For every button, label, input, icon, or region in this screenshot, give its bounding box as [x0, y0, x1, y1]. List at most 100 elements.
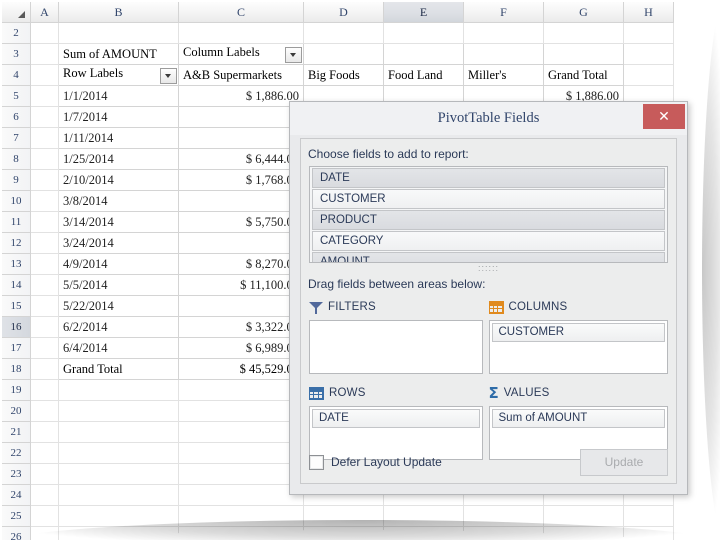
cell-ab-11[interactable]: $ 5,750.00: [178, 211, 304, 233]
dropzone-columns[interactable]: CUSTOMER: [488, 320, 668, 374]
cell-h2[interactable]: [623, 22, 674, 44]
cell-ab-15[interactable]: [178, 295, 304, 317]
chip-sum-of-amount[interactable]: Sum of AMOUNT: [491, 409, 665, 428]
row-header-8[interactable]: 8: [2, 148, 31, 170]
column-header-b[interactable]: B: [58, 2, 179, 23]
cell-r20-0[interactable]: [58, 400, 179, 422]
cell-a24[interactable]: [30, 484, 59, 506]
close-icon[interactable]: ✕: [643, 104, 685, 129]
row-header-12[interactable]: 12: [2, 232, 31, 254]
cell-ab-6[interactable]: [178, 106, 304, 128]
cell-r25-3[interactable]: [383, 505, 464, 527]
cell-a19[interactable]: [30, 379, 59, 401]
cell-date-12[interactable]: 3/24/2014: [58, 232, 179, 254]
dropzone-filters[interactable]: [309, 320, 483, 374]
column-header-h[interactable]: H: [623, 2, 674, 23]
row-header-13[interactable]: 13: [2, 253, 31, 275]
row-header-26[interactable]: 26: [2, 526, 31, 540]
row-header-24[interactable]: 24: [2, 484, 31, 506]
cell-a16[interactable]: [30, 316, 59, 338]
cell-r21-1[interactable]: [178, 421, 304, 443]
cell-column-header-1[interactable]: Big Foods: [303, 64, 384, 86]
defer-layout-update-checkbox-wrap[interactable]: Defer Layout Update: [309, 454, 442, 470]
cell-a3[interactable]: [30, 43, 59, 65]
column-header-c[interactable]: C: [178, 2, 304, 23]
cell-ab-7[interactable]: [178, 127, 304, 149]
field-list[interactable]: DATE CUSTOMER PRODUCT CATEGORY AMOUNT: [309, 166, 668, 263]
cell-a26[interactable]: [30, 526, 59, 540]
cell-ab-8[interactable]: $ 6,444.00: [178, 148, 304, 170]
chip-customer[interactable]: CUSTOMER: [491, 323, 665, 342]
column-header-e[interactable]: E: [383, 2, 464, 23]
row-header-11[interactable]: 11: [2, 211, 31, 233]
row-header-16[interactable]: 16: [2, 316, 31, 338]
cell-r22-1[interactable]: [178, 442, 304, 464]
column-header-g[interactable]: G: [543, 2, 624, 23]
cell-ab-10[interactable]: [178, 190, 304, 212]
row-header-21[interactable]: 21: [2, 421, 31, 443]
cell-a21[interactable]: [30, 421, 59, 443]
cell-r2-3[interactable]: [383, 22, 464, 44]
row-header-14[interactable]: 14: [2, 274, 31, 296]
cell-r25-5[interactable]: [543, 505, 624, 527]
cell-column-header-2[interactable]: Food Land: [383, 64, 464, 86]
cell-a2[interactable]: [30, 22, 59, 44]
row-header-6[interactable]: 6: [2, 106, 31, 128]
cell-r25-4[interactable]: [463, 505, 544, 527]
cell-r2-0[interactable]: [58, 22, 179, 44]
cell-date-9[interactable]: 2/10/2014: [58, 169, 179, 191]
cell-ab-12[interactable]: [178, 232, 304, 254]
cell-a25[interactable]: [30, 505, 59, 527]
cell-column-header-4[interactable]: Grand Total: [543, 64, 624, 86]
cell-a10[interactable]: [30, 190, 59, 212]
cell-r21-0[interactable]: [58, 421, 179, 443]
cell-date-6[interactable]: 1/7/2014: [58, 106, 179, 128]
cell-a12[interactable]: [30, 232, 59, 254]
cell-f3[interactable]: [463, 43, 544, 65]
cell-column-labels[interactable]: Column Labels: [178, 43, 304, 65]
cell-h3[interactable]: [623, 43, 674, 65]
row-labels-filter-icon[interactable]: [160, 68, 177, 84]
cell-a17[interactable]: [30, 337, 59, 359]
row-header-18[interactable]: 18: [2, 358, 31, 380]
cell-a5[interactable]: [30, 85, 59, 107]
row-header-25[interactable]: 25: [2, 505, 31, 527]
resize-gripper[interactable]: ::::::: [301, 263, 676, 275]
cell-r25-0[interactable]: [58, 505, 179, 527]
cell-r2-5[interactable]: [543, 22, 624, 44]
column-header-a[interactable]: A: [30, 2, 59, 23]
row-header-23[interactable]: 23: [2, 463, 31, 485]
cell-r25-1[interactable]: [178, 505, 304, 527]
cell-date-7[interactable]: 1/11/2014: [58, 127, 179, 149]
cell-a7[interactable]: [30, 127, 59, 149]
cell-a20[interactable]: [30, 400, 59, 422]
field-item-customer[interactable]: CUSTOMER: [312, 189, 665, 209]
cell-ab-13[interactable]: $ 8,270.00: [178, 253, 304, 275]
cell-e3[interactable]: [383, 43, 464, 65]
field-item-date[interactable]: DATE: [312, 168, 665, 188]
field-item-amount[interactable]: AMOUNT: [312, 252, 665, 262]
cell-ab-16[interactable]: $ 3,322.00: [178, 316, 304, 338]
cell-r2-2[interactable]: [303, 22, 384, 44]
cell-a14[interactable]: [30, 274, 59, 296]
field-item-product[interactable]: PRODUCT: [312, 210, 665, 230]
cell-ab-17[interactable]: $ 6,989.00: [178, 337, 304, 359]
cell-a23[interactable]: [30, 463, 59, 485]
cell-date-10[interactable]: 3/8/2014: [58, 190, 179, 212]
chip-date[interactable]: DATE: [312, 409, 480, 428]
cell-date-17[interactable]: 6/4/2014: [58, 337, 179, 359]
update-button[interactable]: Update: [580, 448, 668, 476]
cell-d3[interactable]: [303, 43, 384, 65]
defer-layout-update-checkbox[interactable]: [309, 454, 324, 470]
row-header-3[interactable]: 3: [2, 43, 31, 65]
cell-column-header-0[interactable]: A&B Supermarkets: [178, 64, 304, 86]
cell-r23-0[interactable]: [58, 463, 179, 485]
cell-ab-14[interactable]: $ 11,100.00: [178, 274, 304, 296]
cell-r19-1[interactable]: [178, 379, 304, 401]
row-header-17[interactable]: 17: [2, 337, 31, 359]
cell-date-15[interactable]: 5/22/2014: [58, 295, 179, 317]
cell-r2-1[interactable]: [178, 22, 304, 44]
cell-r24-1[interactable]: [178, 484, 304, 506]
column-labels-filter-icon[interactable]: [285, 47, 302, 63]
cell-a8[interactable]: [30, 148, 59, 170]
